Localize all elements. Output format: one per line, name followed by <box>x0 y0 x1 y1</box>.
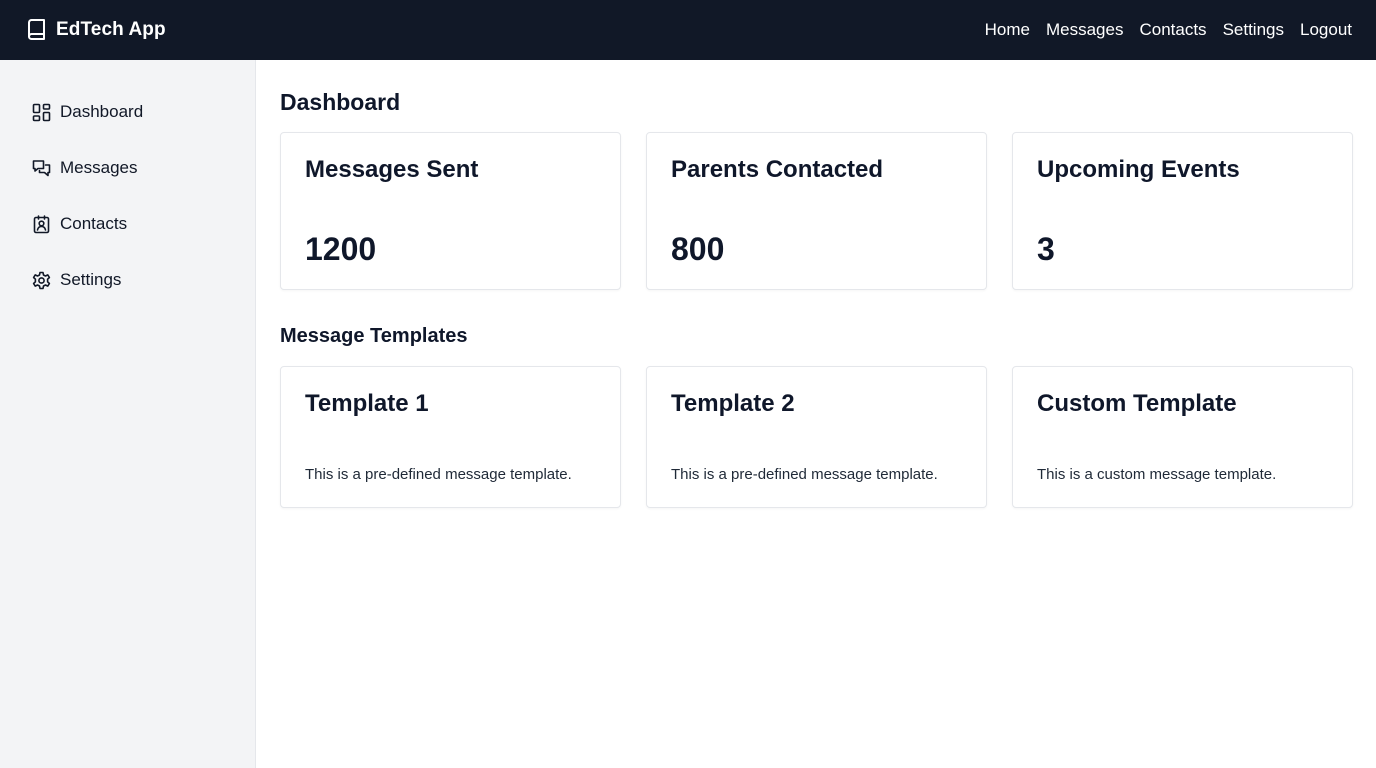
chat-icon <box>32 159 51 178</box>
template-description: This is a custom message template. <box>1037 466 1277 483</box>
stat-title: Parents Contacted <box>671 156 884 183</box>
nav-link-settings[interactable]: Settings <box>1223 20 1284 40</box>
stat-card-messages-sent: Messages Sent 1200 <box>280 132 621 290</box>
app-name: EdTech App <box>56 19 166 40</box>
sidebar-item-settings[interactable]: Settings <box>0 252 255 308</box>
nav-link-contacts[interactable]: Contacts <box>1139 20 1206 40</box>
stat-card-upcoming-events: Upcoming Events 3 <box>1012 132 1353 290</box>
stat-title: Messages Sent <box>305 156 479 183</box>
stat-value: 3 <box>1037 231 1055 267</box>
nav-link-messages[interactable]: Messages <box>1046 20 1123 40</box>
sidebar-item-label: Contacts <box>60 214 128 233</box>
sidebar-item-contacts[interactable]: Contacts <box>0 196 255 252</box>
brand[interactable]: EdTech App <box>26 19 166 41</box>
template-title: Template 1 <box>305 390 429 417</box>
template-description: This is a pre-defined message template. <box>671 466 938 483</box>
gear-icon <box>32 271 51 290</box>
template-description: This is a pre-defined message template. <box>305 466 572 483</box>
top-navbar: EdTech App Home Messages Contacts Settin… <box>0 0 1376 60</box>
sidebar-item-dashboard[interactable]: Dashboard <box>0 84 255 140</box>
sidebar-item-messages[interactable]: Messages <box>0 140 255 196</box>
sidebar-item-label: Settings <box>60 270 122 289</box>
nav-link-logout[interactable]: Logout <box>1300 20 1352 40</box>
section-title-message-templates: Message Templates <box>280 325 468 347</box>
nav-link-home[interactable]: Home <box>985 20 1030 40</box>
template-title: Template 2 <box>671 390 795 417</box>
sidebar: Dashboard Messages Contacts Settings <box>0 60 256 768</box>
dashboard-icon <box>32 103 51 122</box>
template-title: Custom Template <box>1037 390 1237 417</box>
stats-row: Messages Sent 1200 Parents Contacted 800… <box>280 132 1353 290</box>
stat-value: 1200 <box>305 231 377 267</box>
page-title: Dashboard <box>280 89 401 115</box>
contact-card-icon <box>32 214 51 234</box>
stat-card-parents-contacted: Parents Contacted 800 <box>646 132 987 290</box>
template-card-2[interactable]: Template 2 This is a pre-defined message… <box>646 366 987 508</box>
templates-row: Template 1 This is a pre-defined message… <box>280 366 1353 508</box>
stat-title: Upcoming Events <box>1037 156 1240 183</box>
stat-value: 800 <box>671 231 725 267</box>
template-card-1[interactable]: Template 1 This is a pre-defined message… <box>280 366 621 508</box>
template-card-custom[interactable]: Custom Template This is a custom message… <box>1012 366 1353 508</box>
top-nav-links: Home Messages Contacts Settings Logout <box>985 20 1352 40</box>
sidebar-item-label: Messages <box>60 158 138 177</box>
book-icon <box>26 19 46 41</box>
sidebar-item-label: Dashboard <box>60 102 144 121</box>
main-content: Dashboard Messages Sent 1200 Parents Con… <box>256 60 1376 768</box>
